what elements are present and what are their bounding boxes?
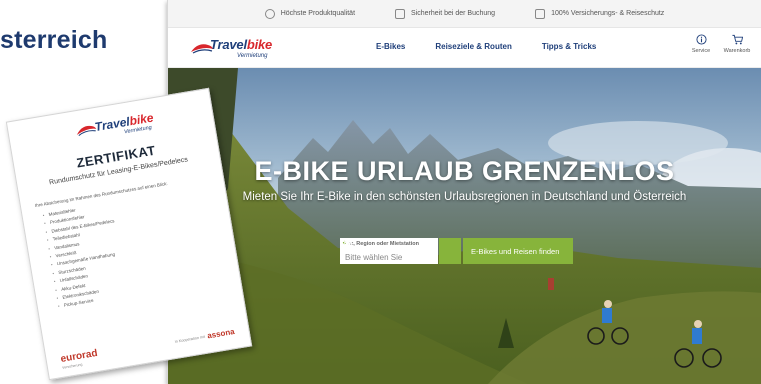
assona-logo: assona [206, 326, 236, 341]
trust-label: Sicherheit bei der Buchung [411, 10, 496, 17]
locate-button[interactable] [340, 238, 461, 264]
hero-banner: E-BIKE URLAUB GRENZENLOS Mieten Sie Ihr … [168, 68, 761, 384]
website-screenshot: Höchste Produktqualität Sicherheit bei d… [167, 0, 761, 384]
location-input[interactable] [345, 252, 433, 262]
nav-item-destinations[interactable]: Reiseziele & Routen [435, 42, 511, 51]
cart-icon [731, 34, 743, 45]
nav-item-ebikes[interactable]: E-Bikes [376, 42, 405, 51]
travelbike-logo[interactable]: Travelbike Vermietung [190, 36, 280, 62]
logo-text: Travelbike [210, 37, 273, 52]
mountain-landscape-image [168, 68, 761, 384]
find-button-label: E-Bikes und Reisen finden [471, 246, 560, 256]
partner-text: in Kooperation mit [174, 334, 206, 344]
page-heading: sterreich [0, 26, 108, 54]
trust-bar: Höchste Produktqualität Sicherheit bei d… [168, 0, 761, 28]
location-search: Ort, Region oder Mietstation E-Bikes und… [340, 238, 574, 264]
nav-item-tips[interactable]: Tipps & Tricks [542, 42, 597, 51]
service-button[interactable]: Service [683, 34, 719, 54]
nav-menu: E-Bikes Reiseziele & Routen Tipps & Tric… [376, 42, 596, 51]
award-icon [264, 8, 275, 19]
main-navigation: Travelbike Vermietung E-Bikes Reiseziele… [168, 28, 761, 68]
logo-subtitle: Vermietung [237, 53, 268, 59]
info-icon [695, 34, 707, 45]
bike-icon [340, 239, 356, 248]
cart-button[interactable]: Warenkorb [719, 34, 755, 54]
coverage-list: Materialfehler Produktionsfehler Diebsta… [42, 184, 226, 312]
certificate-document: Travelbike Vermietung ZERTIFIKAT Rundums… [5, 87, 253, 381]
trust-item-security: Sicherheit bei der Buchung [395, 8, 496, 19]
trust-label: Höchste Produktqualität [280, 10, 356, 17]
hero-title: E-BIKE URLAUB GRENZENLOS [254, 156, 675, 186]
trust-label: 100% Versicherungs- & Reiseschutz [551, 10, 665, 17]
checkbox-icon [535, 8, 546, 19]
trust-item-insurance: 100% Versicherungs- & Reiseschutz [535, 8, 665, 19]
find-ebikes-button[interactable]: E-Bikes und Reisen finden [340, 238, 574, 264]
service-label: Service [691, 48, 711, 54]
cart-label: Warenkorb [723, 48, 751, 54]
lock-icon [395, 8, 406, 19]
trust-item-quality: Höchste Produktqualität [264, 8, 356, 19]
hero-subtitle: Mieten Sie Ihr E-Bike in den schönsten U… [242, 191, 687, 203]
location-label: Ort, Region oder Mietstation [345, 241, 419, 247]
